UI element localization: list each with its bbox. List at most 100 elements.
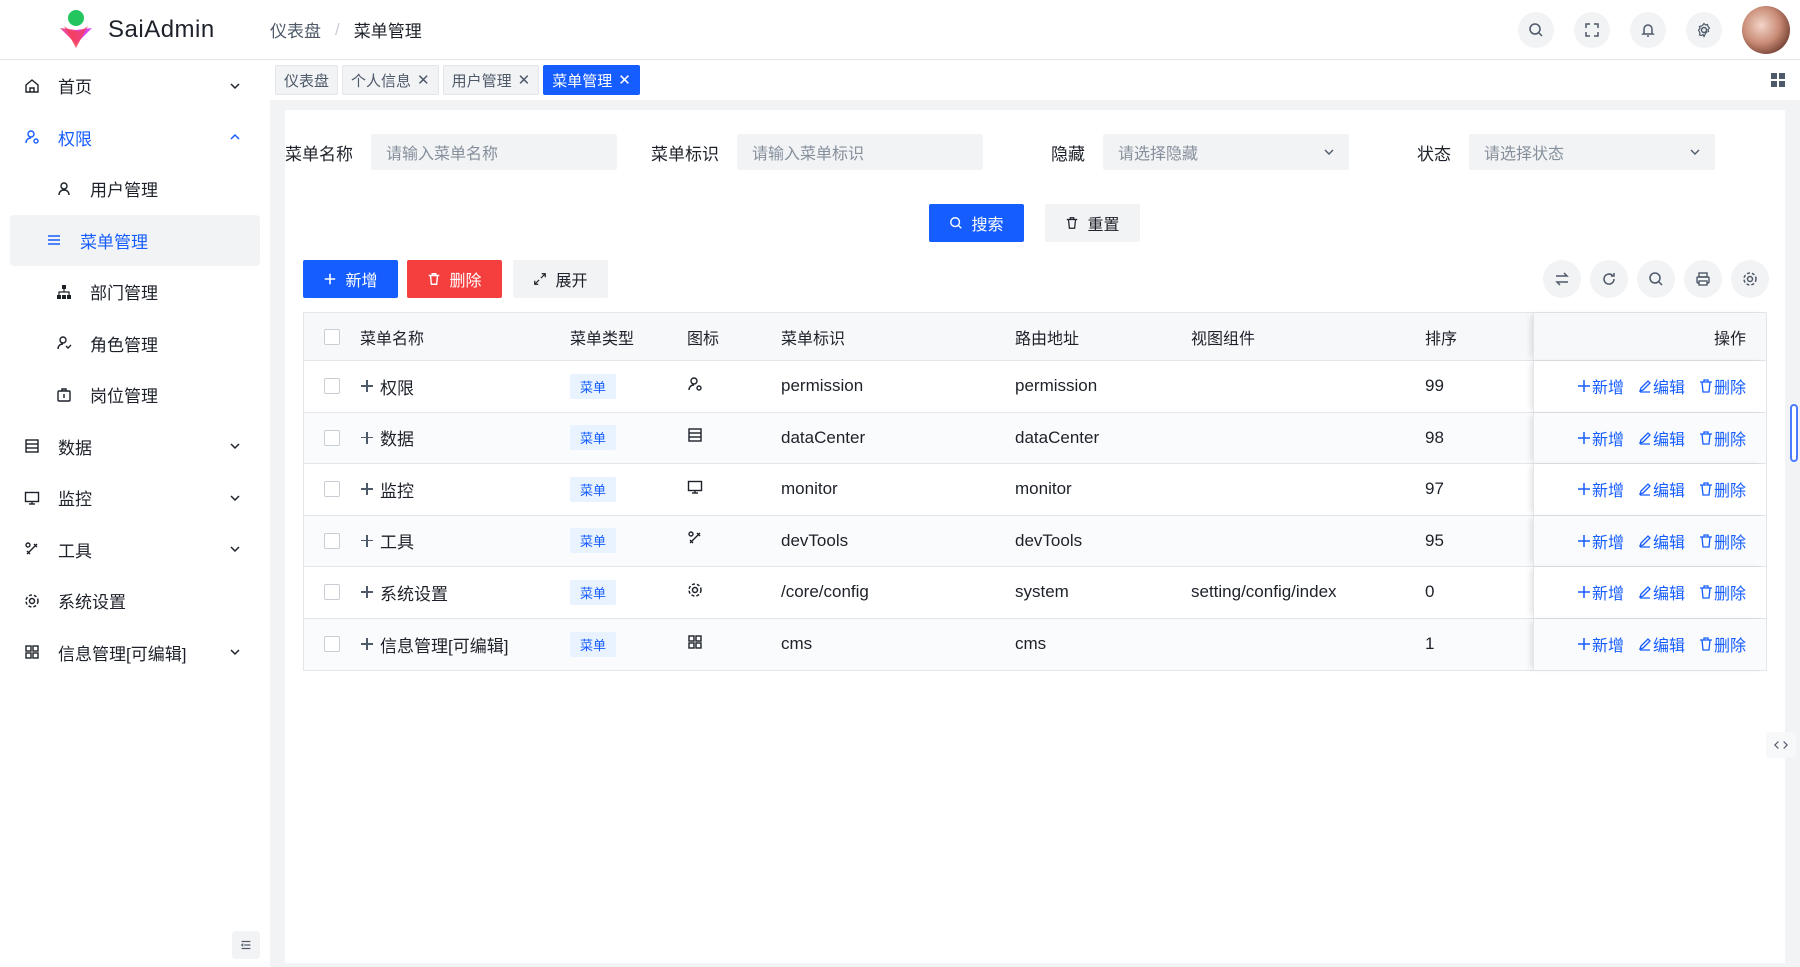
row-checkbox[interactable]: [324, 429, 340, 446]
sidebar-item-post-management[interactable]: 岗位管理: [10, 369, 260, 421]
page-scrollbar[interactable]: [1790, 404, 1798, 462]
row-delete-button[interactable]: 删除: [1699, 426, 1746, 450]
row-checkbox[interactable]: [324, 532, 340, 549]
hidden-select[interactable]: 请选择隐藏: [1103, 134, 1349, 170]
tab-label: 个人信息: [351, 72, 412, 90]
close-icon[interactable]: ✕: [417, 71, 430, 89]
sidebar-item-info-management[interactable]: 信息管理[可编辑]: [0, 627, 270, 679]
expand-row-icon[interactable]: [360, 637, 374, 651]
breadcrumb-item[interactable]: 仪表盘: [270, 17, 321, 42]
select-all-checkbox[interactable]: [324, 328, 340, 345]
row-edit-button[interactable]: 编辑: [1638, 477, 1685, 501]
tab-user-management[interactable]: 用户管理 ✕: [442, 65, 540, 95]
column-settings-button[interactable]: [1731, 260, 1769, 298]
row-add-button[interactable]: 新增: [1577, 374, 1624, 398]
toggle-search-button[interactable]: [1637, 260, 1675, 298]
column-header: 排序: [1425, 330, 1458, 348]
sidebar-item-label: 工具: [58, 541, 92, 561]
fullscreen-button[interactable]: [1574, 12, 1610, 48]
app-logo[interactable]: SaiAdmin: [0, 8, 270, 52]
sidebar-item-data[interactable]: 数据: [0, 421, 270, 473]
tab-profile[interactable]: 个人信息 ✕: [342, 65, 439, 95]
close-icon[interactable]: ✕: [618, 71, 631, 89]
search-button[interactable]: [1518, 12, 1554, 48]
avatar[interactable]: [1742, 6, 1790, 54]
path-cell: devTools: [1015, 530, 1083, 550]
op-label: 新增: [1591, 483, 1624, 501]
type-tag: 菜单: [570, 373, 617, 399]
floating-assistant-button[interactable]: [1766, 732, 1796, 758]
expand-button[interactable]: 展开: [513, 260, 608, 298]
sidebar-item-monitor[interactable]: 监控: [0, 472, 270, 524]
sidebar-item-menu-management[interactable]: 菜单管理: [10, 214, 260, 266]
trash-icon: [1699, 637, 1712, 651]
close-icon[interactable]: ✕: [518, 71, 531, 89]
trash-icon: [1067, 217, 1078, 229]
row-delete-button[interactable]: 删除: [1699, 632, 1746, 656]
name-cell: 监控: [360, 477, 570, 502]
notification-button[interactable]: [1630, 12, 1666, 48]
expand-row-icon[interactable]: [360, 379, 374, 393]
row-edit-button[interactable]: 编辑: [1638, 426, 1685, 450]
row-checkbox[interactable]: [324, 636, 340, 653]
breadcrumb: 仪表盘 / 菜单管理: [270, 17, 422, 42]
tab-menu-management[interactable]: 菜单管理 ✕: [543, 65, 640, 95]
reset-button[interactable]: 重置: [1045, 204, 1140, 242]
sidebar-item-role-management[interactable]: 角色管理: [10, 318, 260, 370]
row-add-button[interactable]: 新增: [1577, 529, 1624, 553]
menu-name-input[interactable]: 请输入菜单名称: [371, 134, 617, 170]
sidebar-item-department-management[interactable]: 部门管理: [10, 266, 260, 318]
row-edit-button[interactable]: 编辑: [1638, 632, 1685, 656]
status-field: 状态 请选择状态: [1383, 134, 1715, 170]
row-add-button[interactable]: 新增: [1577, 477, 1624, 501]
sidebar-item-system-settings[interactable]: 系统设置: [0, 575, 270, 627]
row-add-button[interactable]: 新增: [1577, 632, 1624, 656]
tab-dashboard[interactable]: 仪表盘: [275, 65, 339, 95]
search-button[interactable]: 搜索: [929, 204, 1024, 242]
tab-bar: 仪表盘 个人信息 ✕ 用户管理 ✕ 菜单管理 ✕: [270, 60, 1800, 100]
status-select[interactable]: 请选择状态: [1469, 134, 1715, 170]
icon-cell: [687, 427, 781, 448]
row-edit-button[interactable]: 编辑: [1638, 529, 1685, 553]
expand-row-icon[interactable]: [360, 534, 374, 548]
table-row: 工具 菜单 devTools devTools 95 新增 编辑 删除: [304, 515, 1766, 567]
delete-button[interactable]: 删除: [407, 260, 502, 298]
add-button[interactable]: 新增: [303, 260, 398, 298]
row-add-button[interactable]: 新增: [1577, 580, 1624, 604]
row-delete-button[interactable]: 删除: [1699, 529, 1746, 553]
trash-icon: [1699, 379, 1712, 393]
code-icon: [1774, 741, 1788, 749]
expand-row-icon[interactable]: [360, 431, 374, 445]
sidebar-item-permission[interactable]: 权限: [0, 112, 270, 164]
row-checkbox[interactable]: [324, 584, 340, 601]
expand-row-icon[interactable]: [360, 585, 374, 599]
row-edit-button[interactable]: 编辑: [1638, 580, 1685, 604]
row-delete-button[interactable]: 删除: [1699, 477, 1746, 501]
row-checkbox[interactable]: [324, 481, 340, 498]
sidebar-item-user-management[interactable]: 用户管理: [10, 163, 260, 215]
menu-name-field: 菜单名称 请输入菜单名称: [285, 134, 617, 170]
row-delete-button[interactable]: 删除: [1699, 580, 1746, 604]
expand-row-icon[interactable]: [360, 482, 374, 496]
sort-cell: 98: [1425, 427, 1444, 447]
row-edit-button[interactable]: 编辑: [1638, 374, 1685, 398]
printer-icon: [1696, 272, 1710, 286]
tab-menu-grid-icon[interactable]: [1770, 72, 1786, 88]
sidebar-item-label: 岗位管理: [90, 387, 158, 407]
breadcrumb-current: 菜单管理: [353, 22, 422, 41]
menu-code-input[interactable]: 请输入菜单标识: [737, 134, 983, 170]
settings-button[interactable]: [1686, 12, 1722, 48]
sidebar-item-tools[interactable]: 工具: [0, 524, 270, 576]
row-delete-button[interactable]: 删除: [1699, 374, 1746, 398]
gear-icon: [24, 593, 40, 609]
switch-button[interactable]: [1543, 260, 1581, 298]
code-cell: devTools: [781, 530, 849, 550]
row-add-button[interactable]: 新增: [1577, 426, 1624, 450]
print-button[interactable]: [1684, 260, 1722, 298]
sidebar-collapse-button[interactable]: [232, 931, 260, 959]
op-label: 新增: [1591, 380, 1624, 398]
op-label: 编辑: [1652, 483, 1685, 501]
sidebar-item-home[interactable]: 首页: [0, 60, 270, 112]
row-checkbox[interactable]: [324, 378, 340, 395]
refresh-button[interactable]: [1590, 260, 1628, 298]
